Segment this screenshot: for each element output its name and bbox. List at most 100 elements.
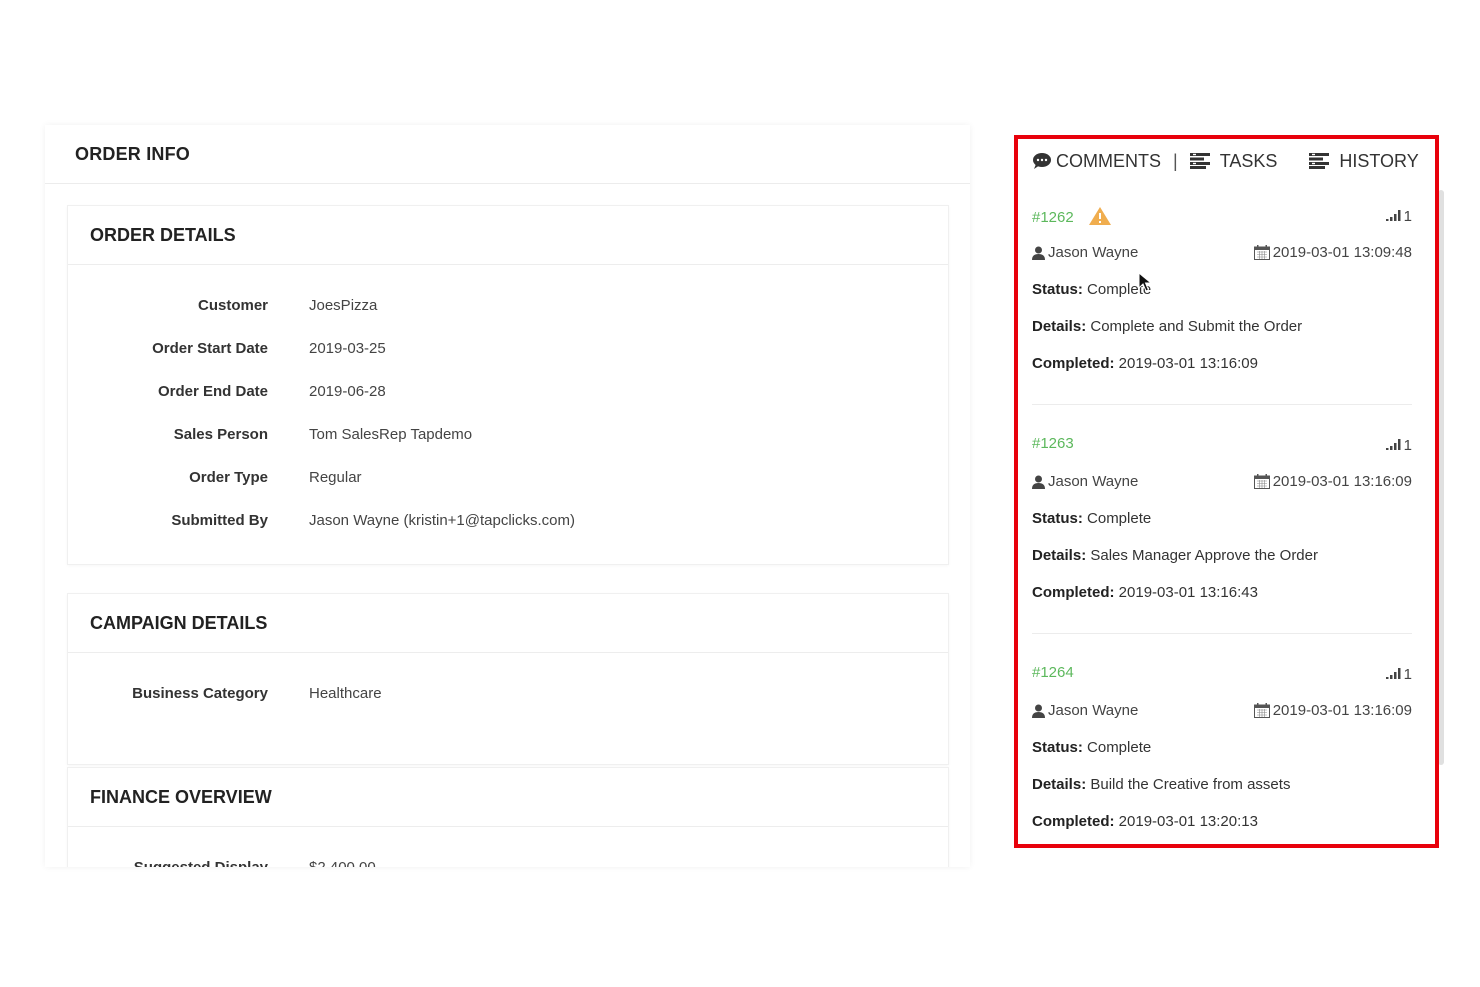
task-status-value: Complete [1087, 739, 1152, 756]
completed-label: Completed: [1032, 584, 1115, 601]
task-date-value: 2019-03-01 13:16:09 [1272, 702, 1412, 719]
detail-value: Tom SalesRep Tapdemo [309, 426, 473, 443]
detail-value: 2019-06-28 [309, 383, 386, 400]
task-status-line: Status: Complete [1032, 281, 1151, 298]
detail-label: Order Start Date [152, 340, 268, 357]
detail-label: Submitted By [171, 512, 268, 529]
detail-label: Suggested Display [134, 859, 268, 867]
user-icon [1032, 704, 1045, 718]
task-completed-value: 2019-03-01 13:16:43 [1118, 584, 1258, 601]
task-user-name: Jason Wayne [1048, 244, 1139, 261]
tab-tasks-label: TASKS [1219, 150, 1278, 171]
task-status-line: Status: Complete [1032, 510, 1151, 527]
task-priority-value: 1 [1403, 666, 1412, 683]
finance-overview-title: FINANCE OVERVIEW [68, 768, 948, 827]
calendar-icon [1253, 703, 1270, 718]
task-details-value: Sales Manager Approve the Order [1090, 547, 1318, 564]
task-priority: 1 [1385, 437, 1412, 454]
task-status-line: Status: Complete [1032, 739, 1151, 756]
detail-row-customer: Customer JoesPizza [68, 285, 948, 328]
signal-bars-icon [1385, 666, 1402, 683]
detail-row-suggested-display: Suggested Display $2,400.00 [68, 847, 948, 867]
detail-value: Regular [309, 469, 362, 486]
status-label: Status: [1032, 281, 1083, 298]
task-details-value: Build the Creative from assets [1090, 776, 1291, 793]
order-info-panel: ORDER INFO ORDER DETAILS Customer JoesPi… [45, 125, 970, 867]
user-icon [1032, 246, 1045, 260]
mouse-cursor-icon [1138, 271, 1153, 297]
detail-value: Healthcare [309, 685, 382, 702]
signal-bars-icon [1385, 208, 1402, 225]
activity-side-panel: COMMENTS | TASKS HISTORY #1262 1 Jason W… [1020, 140, 1432, 840]
completed-label: Completed: [1032, 813, 1115, 830]
tab-separator: | [1173, 150, 1178, 171]
order-info-title: ORDER INFO [45, 125, 970, 184]
task-id-link[interactable]: #1262 [1032, 209, 1074, 226]
tab-tasks[interactable]: TASKS [1189, 150, 1278, 172]
details-label: Details: [1032, 776, 1087, 793]
task-id-link[interactable]: #1264 [1032, 664, 1074, 681]
task-user-name: Jason Wayne [1048, 702, 1139, 719]
task-user-line: Jason Wayne [1032, 244, 1138, 264]
calendar-icon [1253, 245, 1270, 260]
task-id-link[interactable]: #1263 [1032, 435, 1074, 452]
campaign-details-title: CAMPAIGN DETAILS [68, 594, 948, 653]
detail-value: JoesPizza [309, 297, 378, 314]
task-divider [1032, 404, 1412, 405]
side-panel-scrollbar[interactable] [1438, 190, 1444, 765]
task-divider [1032, 633, 1412, 634]
tab-history-label: HISTORY [1339, 150, 1419, 171]
order-details-section: ORDER DETAILS Customer JoesPizza Order S… [67, 205, 949, 565]
task-details-line: Details: Sales Manager Approve the Order [1032, 547, 1318, 564]
task-date-value: 2019-03-01 13:16:09 [1272, 473, 1412, 490]
detail-value: 2019-03-25 [309, 340, 386, 357]
task-priority: 1 [1385, 666, 1412, 683]
task-completed-value: 2019-03-01 13:16:09 [1118, 355, 1258, 372]
detail-label: Order Type [189, 469, 268, 486]
task-user-line: Jason Wayne [1032, 702, 1138, 722]
task-completed-line: Completed: 2019-03-01 13:16:09 [1032, 355, 1258, 372]
list-icon [1189, 153, 1210, 169]
detail-label: Order End Date [157, 383, 268, 400]
task-details-value: Complete and Submit the Order [1090, 318, 1303, 335]
detail-value: Jason Wayne (kristin+1@tapclicks.com) [309, 512, 576, 529]
detail-row-submitted-by: Submitted By Jason Wayne (kristin+1@tapc… [68, 500, 948, 543]
tab-comments[interactable]: COMMENTS [1032, 151, 1161, 172]
details-label: Details: [1032, 547, 1087, 564]
detail-row-sales-person: Sales Person Tom SalesRep Tapdemo [68, 414, 948, 457]
signal-bars-icon [1385, 437, 1402, 454]
task-card: #1264 1 Jason Wayne 2019-03-01 13:16:09 … [1032, 664, 1412, 844]
tab-comments-label: COMMENTS [1056, 150, 1161, 171]
task-date-value: 2019-03-01 13:09:48 [1272, 244, 1412, 261]
tab-history[interactable]: HISTORY [1309, 150, 1419, 172]
detail-label: Sales Person [173, 426, 268, 443]
task-completed-line: Completed: 2019-03-01 13:16:43 [1032, 584, 1258, 601]
task-priority-value: 1 [1403, 208, 1412, 225]
campaign-details-section: CAMPAIGN DETAILS Business Category Healt… [67, 593, 949, 765]
task-user-line: Jason Wayne [1032, 473, 1138, 493]
task-priority: 1 [1385, 208, 1412, 225]
detail-row-order-type: Order Type Regular [68, 457, 948, 500]
status-label: Status: [1032, 739, 1083, 756]
side-panel-tabs: COMMENTS | TASKS HISTORY [1032, 146, 1419, 176]
task-id-line: #1262 [1032, 206, 1112, 230]
task-date: 2019-03-01 13:16:09 [1253, 702, 1412, 719]
finance-overview-section: FINANCE OVERVIEW Suggested Display $2,40… [67, 767, 949, 867]
calendar-icon [1253, 474, 1270, 489]
task-id-line: #1264 [1032, 664, 1074, 681]
task-card: #1263 1 Jason Wayne 2019-03-01 13:16:09 … [1032, 435, 1412, 635]
list-icon [1309, 153, 1330, 169]
completed-label: Completed: [1032, 355, 1115, 372]
task-details-line: Details: Build the Creative from assets [1032, 776, 1290, 793]
task-date: 2019-03-01 13:16:09 [1253, 473, 1412, 490]
order-details-title: ORDER DETAILS [68, 206, 948, 265]
details-label: Details: [1032, 318, 1087, 335]
task-date: 2019-03-01 13:09:48 [1253, 244, 1412, 261]
detail-value: $2,400.00 [309, 859, 376, 867]
task-card: #1262 1 Jason Wayne 2019-03-01 13:09:48 … [1032, 206, 1412, 406]
task-status-value: Complete [1087, 510, 1152, 527]
detail-label: Customer [197, 297, 268, 314]
warning-triangle-icon [1088, 206, 1112, 230]
detail-label: Business Category [132, 685, 268, 702]
task-id-line: #1263 [1032, 435, 1074, 452]
